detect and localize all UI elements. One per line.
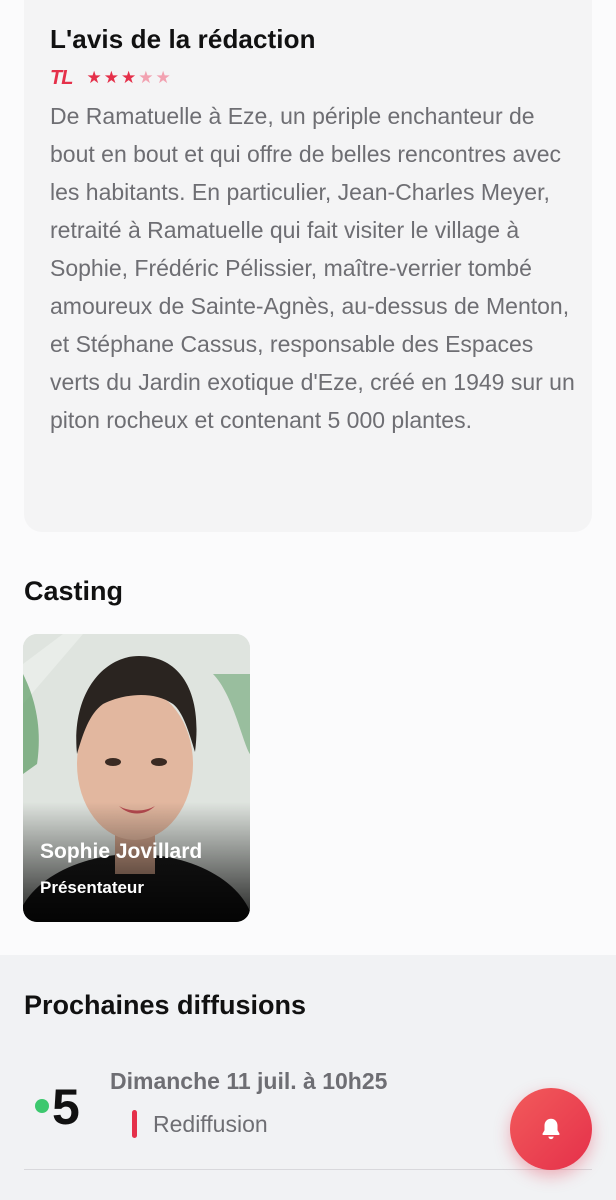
rebroadcast-tag: Rediffusion bbox=[132, 1110, 268, 1138]
star-empty-icon: ★ bbox=[138, 68, 154, 87]
cast-member-card[interactable]: Sophie Jovillard Présentateur bbox=[23, 634, 250, 922]
review-rating: TL ★ ★ ★ ★ ★ bbox=[50, 67, 566, 89]
cast-member-role: Présentateur bbox=[40, 878, 144, 897]
rebroadcast-label: Rediffusion bbox=[153, 1110, 268, 1137]
casting-title: Casting bbox=[24, 576, 124, 606]
star-filled-icon: ★ bbox=[103, 68, 119, 87]
upcoming-broadcasts-title: Prochaines diffusions bbox=[24, 990, 307, 1020]
review-text: De Ramatuelle à Eze, un périple enchante… bbox=[50, 103, 575, 433]
broadcast-item[interactable]: 5 Dimanche 11 juil. à 10h25 Rediffusion bbox=[24, 1042, 592, 1170]
notification-reminder-button[interactable] bbox=[510, 1088, 592, 1170]
editorial-review-card: L'avis de la rédaction TL ★ ★ ★ ★ ★ De R… bbox=[24, 0, 592, 532]
france-5-logo: 5 bbox=[35, 1080, 80, 1130]
star-filled-icon: ★ bbox=[86, 68, 102, 87]
bell-icon bbox=[542, 1118, 560, 1140]
star-empty-icon: ★ bbox=[155, 68, 171, 87]
star-filled-icon: ★ bbox=[120, 68, 137, 87]
tag-accent-bar bbox=[132, 1110, 137, 1138]
telerama-logo: TL bbox=[50, 67, 73, 89]
channel-number: 5 bbox=[52, 1080, 80, 1130]
review-title: L'avis de la rédaction bbox=[50, 24, 316, 54]
cast-member-name: Sophie Jovillard bbox=[40, 840, 203, 863]
broadcast-date: Dimanche 11 juil. à 10h25 bbox=[110, 1068, 388, 1094]
